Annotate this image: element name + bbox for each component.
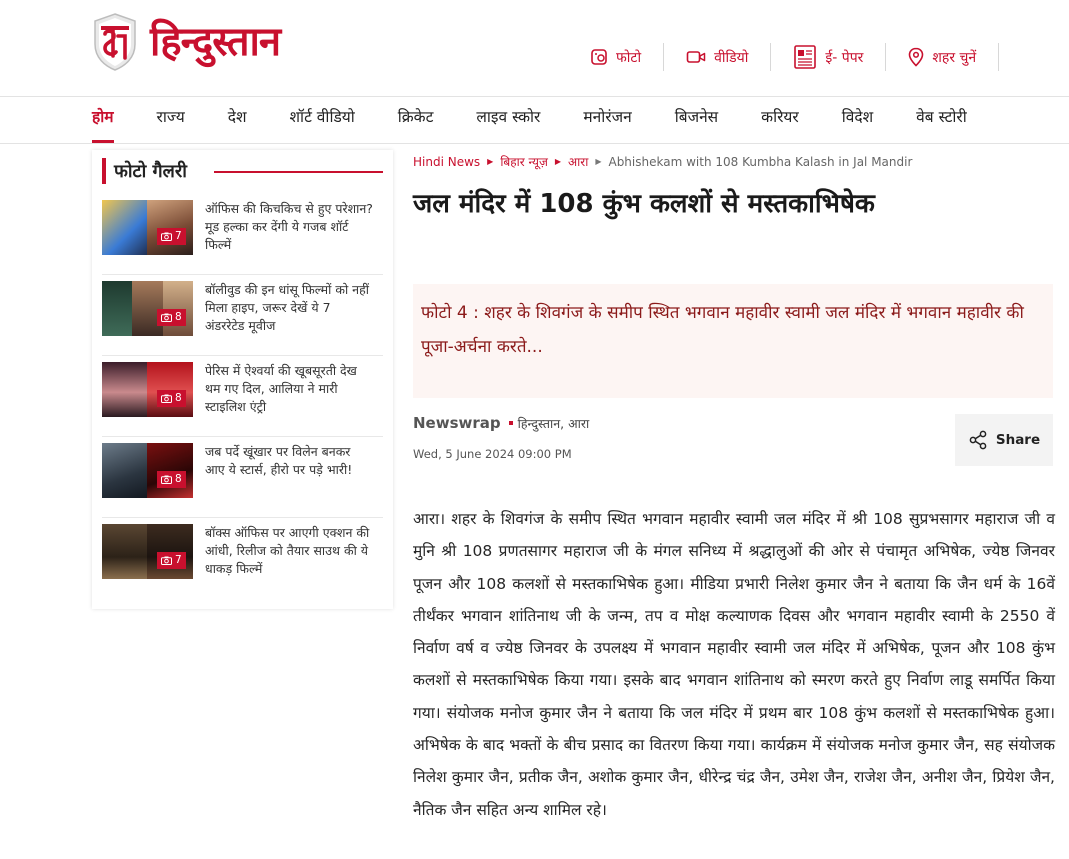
util-divider bbox=[885, 43, 887, 71]
breadcrumb: Hindi News ▶ बिहार न्यूज़ ▶ आरा ▶ Abhish… bbox=[413, 153, 912, 170]
util-city[interactable]: शहर चुनें bbox=[908, 47, 998, 67]
photo-count-badge: 7 bbox=[157, 552, 186, 569]
gallery-thumbnail[interactable]: 8 bbox=[102, 362, 193, 417]
site-logo-text: हिन्दुस्तान bbox=[150, 19, 281, 65]
nav-item-web-story[interactable]: वेब स्टोरी bbox=[916, 97, 967, 143]
photo-count-badge: 7 bbox=[157, 228, 186, 245]
header-utilities: फोटो वीडियो ई- पेपर शहर चुनें bbox=[590, 40, 1021, 74]
location-pin-icon bbox=[908, 47, 924, 67]
gallery-item-title[interactable]: पेरिस में ऐश्वर्या की खूबसूरती देख थम गए… bbox=[205, 362, 373, 436]
main-nav-bar: होम राज्य देश शॉर्ट वीडियो क्रिकेट लाइव … bbox=[0, 96, 1069, 144]
breadcrumb-state[interactable]: बिहार न्यूज़ bbox=[500, 153, 548, 170]
util-photo-label: फोटो bbox=[616, 49, 642, 66]
camera-icon bbox=[161, 313, 172, 322]
gallery-item-title[interactable]: जब पर्दे खूंखार पर विलेन बनकर आए ये स्टा… bbox=[205, 443, 373, 517]
share-button[interactable]: Share bbox=[955, 414, 1053, 466]
gallery-accent-bar bbox=[102, 158, 106, 184]
gallery-thumbnail[interactable]: 7 bbox=[102, 200, 193, 255]
article-title: जल मंदिर में 108 कुंभ कलशों से मस्तकाभिष… bbox=[413, 189, 875, 219]
breadcrumb-city[interactable]: आरा bbox=[568, 153, 588, 170]
breadcrumb-arrow-icon: ▶ bbox=[554, 157, 562, 166]
photo-count: 7 bbox=[175, 554, 182, 566]
photo-count: 8 bbox=[175, 473, 182, 485]
hi-logo-shield-icon bbox=[92, 12, 138, 72]
publish-date: Wed, 5 June 2024 09:00 PM bbox=[413, 447, 572, 461]
gallery-item[interactable]: 8 पेरिस में ऐश्वर्या की खूबसूरती देख थम … bbox=[102, 356, 383, 437]
gallery-thumbnail[interactable]: 8 bbox=[102, 443, 193, 498]
util-epaper-label: ई- पेपर bbox=[825, 49, 864, 66]
photo-count-badge: 8 bbox=[157, 309, 186, 326]
camera-icon bbox=[161, 556, 172, 565]
site-logo[interactable]: हिन्दुस्तान bbox=[92, 12, 281, 72]
gallery-item-title[interactable]: बॉक्स ऑफिस पर आएगी एक्शन की आंधी, रिलीज … bbox=[205, 524, 373, 599]
nav-item-cricket[interactable]: क्रिकेट bbox=[398, 97, 434, 143]
photo-count: 8 bbox=[175, 392, 182, 404]
article-source: हिन्दुस्तान, आरा bbox=[517, 415, 590, 431]
photo-icon bbox=[590, 48, 608, 66]
camera-icon bbox=[161, 394, 172, 403]
byline: Newswrap हिन्दुस्तान, आरा bbox=[413, 414, 589, 432]
gallery-thumbnail[interactable]: 8 bbox=[102, 281, 193, 336]
breadcrumb-home[interactable]: Hindi News bbox=[413, 155, 480, 169]
gallery-rule bbox=[214, 171, 383, 173]
photo-gallery-widget: फोटो गैलरी 7 ऑफिस की किचकिच से हुए परेशा… bbox=[92, 150, 393, 609]
util-divider bbox=[998, 43, 1000, 71]
gallery-item[interactable]: 7 ऑफिस की किचकिच से हुए परेशान? मूड हल्क… bbox=[102, 194, 383, 275]
camera-icon bbox=[161, 232, 172, 241]
util-video[interactable]: वीडियो bbox=[686, 48, 770, 67]
gallery-item[interactable]: 7 बॉक्स ऑफिस पर आएगी एक्शन की आंधी, रिली… bbox=[102, 518, 383, 599]
breadcrumb-arrow-icon: ▶ bbox=[595, 157, 602, 166]
nav-item-home[interactable]: होम bbox=[92, 97, 114, 143]
util-divider bbox=[770, 43, 772, 71]
photo-count-badge: 8 bbox=[157, 471, 186, 488]
util-epaper[interactable]: ई- पेपर bbox=[793, 44, 885, 70]
util-divider bbox=[663, 43, 665, 71]
byline-separator bbox=[508, 421, 513, 425]
nav-item-world[interactable]: विदेश bbox=[842, 97, 873, 143]
util-city-label: शहर चुनें bbox=[932, 49, 977, 66]
share-icon bbox=[969, 430, 987, 450]
nav-item-states[interactable]: राज्य bbox=[157, 97, 185, 143]
gallery-item-title[interactable]: ऑफिस की किचकिच से हुए परेशान? मूड हल्का … bbox=[205, 200, 373, 274]
nav-item-country[interactable]: देश bbox=[228, 97, 247, 143]
epaper-icon bbox=[793, 44, 817, 70]
nav-item-business[interactable]: बिजनेस bbox=[675, 97, 718, 143]
video-icon bbox=[686, 49, 706, 65]
camera-icon bbox=[161, 475, 172, 484]
author-name[interactable]: Newswrap bbox=[413, 414, 501, 432]
gallery-item-title[interactable]: बॉलीवुड की इन धांसू फिल्मों को नहीं मिला… bbox=[205, 281, 373, 355]
nav-item-live-score[interactable]: लाइव स्कोर bbox=[476, 97, 540, 143]
photo-count-badge: 8 bbox=[157, 390, 186, 407]
share-label: Share bbox=[995, 432, 1041, 448]
gallery-item[interactable]: 8 बॉलीवुड की इन धांसू फिल्मों को नहीं मि… bbox=[102, 275, 383, 356]
util-video-label: वीडियो bbox=[714, 49, 749, 66]
gallery-item[interactable]: 8 जब पर्दे खूंखार पर विलेन बनकर आए ये स्… bbox=[102, 437, 383, 518]
nav-item-career[interactable]: करियर bbox=[761, 97, 799, 143]
site-header: हिन्दुस्तान फोटो वीडियो ई- पेपर शहर चुने… bbox=[0, 0, 1069, 96]
breadcrumb-current: Abhishekam with 108 Kumbha Kalash in Jal… bbox=[608, 154, 913, 169]
nav-item-short-video[interactable]: शॉर्ट वीडियो bbox=[290, 97, 355, 143]
photo-count: 7 bbox=[175, 230, 182, 242]
gallery-thumbnail[interactable]: 7 bbox=[102, 524, 193, 579]
article-body: आरा। शहर के शिवगंज के समीप स्थित भगवान म… bbox=[413, 510, 1055, 819]
gallery-header: फोटो गैलरी bbox=[102, 158, 187, 184]
photo-caption: फोटो 4 : शहर के शिवगंज के समीप स्थित भगव… bbox=[413, 284, 1053, 398]
gallery-title[interactable]: फोटो गैलरी bbox=[114, 159, 187, 183]
photo-count: 8 bbox=[175, 311, 182, 323]
breadcrumb-arrow-icon: ▶ bbox=[487, 157, 494, 166]
util-photo[interactable]: फोटो bbox=[590, 48, 663, 67]
main-nav: होम राज्य देश शॉर्ट वीडियो क्रिकेट लाइव … bbox=[92, 97, 1010, 143]
nav-item-entertainment[interactable]: मनोरंजन bbox=[583, 97, 631, 143]
gallery-list: 7 ऑफिस की किचकिच से हुए परेशान? मूड हल्क… bbox=[102, 194, 383, 599]
